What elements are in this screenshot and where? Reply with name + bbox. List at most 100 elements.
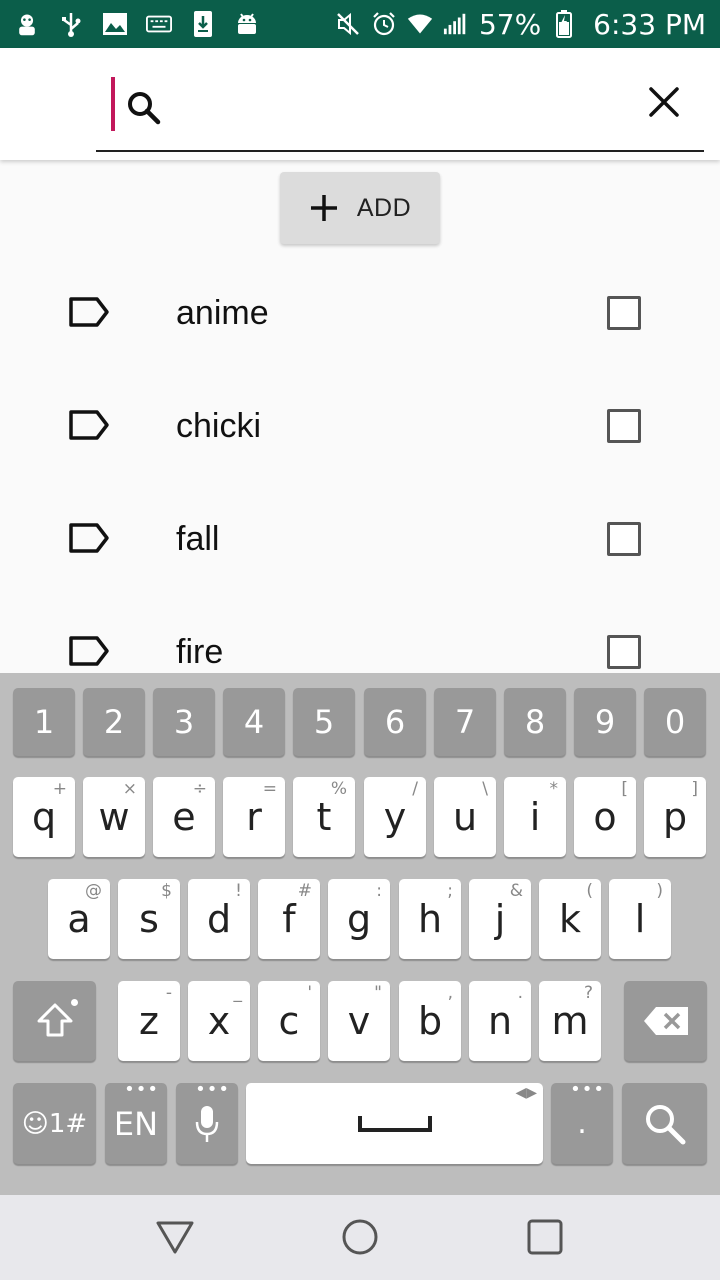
back-button[interactable]	[153, 1215, 197, 1259]
backspace-icon	[643, 1007, 688, 1035]
key-5[interactable]: 5	[293, 688, 355, 756]
key-d[interactable]: d!	[188, 879, 250, 959]
key-label: 2	[103, 703, 125, 741]
symbols-key[interactable]: ☺1#	[13, 1083, 96, 1164]
key-hint: =	[262, 779, 277, 799]
key-hint: \	[482, 779, 488, 799]
key-hint: /	[412, 779, 418, 799]
key-label: x	[207, 999, 231, 1043]
close-icon[interactable]	[644, 82, 684, 122]
tag-row[interactable]: anime	[0, 258, 720, 371]
key-label: g	[346, 897, 372, 941]
add-button[interactable]: ADD	[280, 172, 440, 244]
search-icon	[645, 1104, 685, 1144]
key-label: z	[139, 999, 159, 1043]
key-label: 8	[524, 703, 546, 741]
space-key[interactable]: ◀▶	[246, 1083, 543, 1164]
more-dots: •••	[195, 1079, 230, 1100]
key-b[interactable]: b,	[399, 981, 461, 1061]
search-icon	[124, 88, 164, 128]
key-p[interactable]: p]	[644, 777, 706, 857]
key-hint: #	[297, 881, 312, 901]
key-f[interactable]: f #	[258, 879, 320, 959]
key-label: y	[383, 795, 407, 839]
key-9[interactable]: 9	[574, 688, 636, 756]
key-v[interactable]: v "	[328, 981, 390, 1061]
key-1[interactable]: 1	[13, 688, 75, 756]
key-x[interactable]: x _	[188, 981, 250, 1061]
key-g[interactable]: g:	[328, 879, 390, 959]
shift-icon	[37, 1003, 72, 1037]
tag-checkbox[interactable]	[607, 409, 641, 443]
search-action-key[interactable]	[622, 1083, 707, 1164]
backspace-key[interactable]	[624, 981, 707, 1061]
key-hint: "	[374, 983, 382, 1003]
key-label: d	[206, 897, 232, 941]
label-tag-icon	[68, 296, 110, 328]
key-i[interactable]: i *	[504, 777, 566, 857]
key-r[interactable]: r =	[223, 777, 285, 857]
key-7[interactable]: 7	[434, 688, 496, 756]
key-label: i	[529, 795, 541, 839]
key-h[interactable]: h;	[399, 879, 461, 959]
tag-row[interactable]: chicki	[0, 371, 720, 484]
key-hint: +	[52, 779, 67, 799]
key-2[interactable]: 2	[83, 688, 145, 756]
tag-checkbox[interactable]	[607, 296, 641, 330]
key-label: 3	[173, 703, 195, 741]
key-l[interactable]: l)	[609, 879, 671, 959]
key-label: 1	[33, 703, 55, 741]
battery-icon	[551, 10, 577, 38]
key-a[interactable]: a @	[48, 879, 110, 959]
key-hint: (	[586, 881, 593, 901]
app-avatar-icon	[14, 11, 40, 37]
key-hint: %	[330, 779, 347, 799]
key-label: k	[558, 897, 581, 941]
key-label: 5	[313, 703, 335, 741]
key-hint: .	[517, 983, 523, 1003]
key-c[interactable]: c '	[258, 981, 320, 1061]
key-3[interactable]: 3	[153, 688, 215, 756]
voice-key[interactable]: •••	[176, 1079, 238, 1164]
tag-row[interactable]: fall	[0, 484, 720, 597]
key-m[interactable]: m?	[539, 981, 601, 1061]
key-u[interactable]: u \	[434, 777, 496, 857]
key-s[interactable]: s $	[118, 879, 180, 959]
key-z[interactable]: z-	[118, 981, 180, 1061]
key-0[interactable]: 0	[644, 688, 706, 756]
period-key[interactable]: . •••	[551, 1079, 613, 1164]
mute-icon	[335, 11, 361, 37]
key-k[interactable]: k(	[539, 879, 601, 959]
shift-key[interactable]	[13, 981, 96, 1061]
key-o[interactable]: o[	[574, 777, 636, 857]
space-icon	[357, 1115, 432, 1132]
search-header	[0, 48, 720, 160]
key-hint: ÷	[192, 779, 207, 799]
language-key[interactable]: EN •••	[105, 1079, 167, 1164]
home-button[interactable]	[338, 1215, 382, 1259]
key-hint: '	[307, 983, 312, 1003]
key-hint: ;	[447, 881, 453, 901]
tag-checkbox[interactable]	[607, 635, 641, 669]
key-w[interactable]: w ×	[83, 777, 145, 857]
key-8[interactable]: 8	[504, 688, 566, 756]
key-e[interactable]: e ÷	[153, 777, 215, 857]
wifi-icon	[407, 11, 433, 37]
key-j[interactable]: j &	[469, 879, 531, 959]
key-label: w	[98, 795, 130, 839]
search-input[interactable]	[170, 78, 610, 130]
key-label: 6	[384, 703, 406, 741]
back-triangle-icon	[156, 1221, 194, 1254]
recents-button[interactable]	[523, 1215, 567, 1259]
key-4[interactable]: 4	[223, 688, 285, 756]
tag-label: fall	[176, 520, 220, 558]
key-6[interactable]: 6	[364, 688, 426, 756]
tag-checkbox[interactable]	[607, 522, 641, 556]
tag-label: anime	[176, 294, 269, 332]
tag-label: chicki	[176, 407, 262, 445]
key-label: l	[634, 897, 646, 941]
key-t[interactable]: t%	[293, 777, 355, 857]
key-n[interactable]: n.	[469, 981, 531, 1061]
key-y[interactable]: y /	[364, 777, 426, 857]
key-q[interactable]: q +	[13, 777, 75, 857]
